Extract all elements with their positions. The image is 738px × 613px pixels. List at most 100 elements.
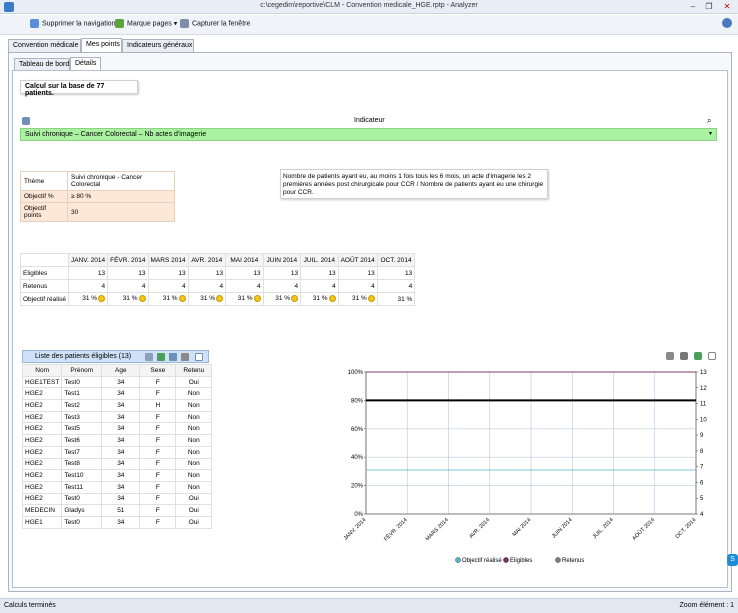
patient-table: Nom Prénom Age Sexe Retenu HGE1TEST Test0 34 F Ou… bbox=[21, 364, 213, 529]
table-cell: 34 bbox=[101, 515, 141, 529]
table-row[interactable]: HGE2 Test11 34 F Non bbox=[21, 480, 213, 494]
column-header[interactable]: Prénom bbox=[61, 364, 103, 377]
tab-mes-points[interactable]: Mes points bbox=[81, 38, 122, 53]
indicator-select[interactable]: Suivi chronique – Cancer Colorectal – Nb… bbox=[20, 128, 717, 141]
table-cell: HGE2 bbox=[21, 422, 63, 436]
table-row[interactable]: HGE1TEST Test0 34 F Oui bbox=[21, 375, 213, 389]
table-row[interactable]: HGE2 Test0 34 F Oui bbox=[21, 492, 213, 506]
table-cell: Non bbox=[175, 469, 213, 482]
objective-points-key: Objectif points bbox=[20, 202, 68, 222]
close-button[interactable]: ✕ bbox=[718, 1, 736, 12]
x-tick-label: MAI 2014 bbox=[512, 517, 533, 538]
table-cell: Test2 bbox=[61, 399, 103, 412]
search-icon[interactable] bbox=[145, 353, 153, 361]
tab-indicateurs-generaux[interactable]: Indicateurs généraux bbox=[122, 39, 194, 53]
view-icon[interactable] bbox=[666, 352, 674, 360]
table-cell: HGE2 bbox=[21, 445, 63, 459]
cell-value: 31 % bbox=[162, 295, 178, 303]
month-header: JANV. 2014 bbox=[67, 253, 109, 267]
right-tick-label: 10 bbox=[700, 417, 707, 423]
table-row[interactable]: HGE2 Test7 34 F Non bbox=[21, 445, 213, 459]
table-cell: Non bbox=[175, 480, 213, 494]
cell: 4 bbox=[147, 279, 189, 293]
month-header: AVR. 2014 bbox=[187, 253, 227, 267]
theme-value: Suivi chronique - Cancer Colorectal bbox=[67, 171, 175, 191]
bookmark-icon bbox=[115, 19, 124, 28]
legend-label: Eligibles bbox=[510, 558, 532, 564]
tab-convention-medicale[interactable]: Convention médicale bbox=[8, 39, 81, 53]
month-header: JUIN 2014 bbox=[262, 253, 302, 267]
table-row[interactable]: HGE2 Test1 34 F Non bbox=[21, 387, 213, 401]
x-tick-label: JUIN 2014 bbox=[551, 517, 574, 540]
table-row[interactable]: HGE2 Test5 34 F Non bbox=[21, 422, 213, 436]
remove-navigation-button[interactable]: Supprimer la navigation bbox=[30, 19, 116, 28]
capture-window-button[interactable]: Capturer la fenêtre bbox=[180, 19, 250, 28]
patient-table-header: Nom Prénom Age Sexe Retenu bbox=[21, 364, 213, 377]
table-cell: Oui bbox=[175, 515, 213, 529]
cell: 31 % bbox=[67, 292, 109, 306]
right-tick-label: 13 bbox=[700, 370, 707, 376]
objective-percent-row: Objectif % ≥ 80 % bbox=[20, 190, 175, 203]
table-cell: Non bbox=[175, 445, 213, 459]
table-cell: F bbox=[139, 422, 177, 436]
x-tick-label: AOÛT 2014 bbox=[631, 516, 656, 541]
table-row[interactable]: HGE2 Test3 34 F Non bbox=[21, 410, 213, 424]
table-cell: Test6 bbox=[61, 434, 103, 447]
table-cell: HGE1TEST bbox=[21, 375, 63, 389]
search-icon[interactable]: ⌕ bbox=[707, 116, 711, 126]
table-row[interactable]: MEDECIN Gladys 51 F Oui bbox=[21, 504, 213, 517]
right-tick-label: 6 bbox=[700, 480, 704, 486]
table-cell: 34 bbox=[101, 492, 141, 506]
skype-icon[interactable]: S bbox=[727, 554, 738, 566]
minimize-panel-icon[interactable] bbox=[195, 353, 203, 361]
month-header: MAI 2014 bbox=[225, 253, 264, 267]
minimize-panel-icon[interactable] bbox=[708, 352, 716, 360]
save-icon[interactable] bbox=[169, 353, 177, 361]
print-icon[interactable] bbox=[181, 353, 189, 361]
table-row[interactable]: HGE2 Test10 34 F Non bbox=[21, 469, 213, 482]
cell: 13 bbox=[225, 266, 264, 280]
print-icon[interactable] bbox=[680, 352, 688, 360]
export-excel-icon[interactable] bbox=[157, 353, 165, 361]
table-cell: 34 bbox=[101, 399, 141, 412]
cell: 4 bbox=[107, 279, 149, 293]
month-header: MARS 2014 bbox=[147, 253, 189, 267]
table-cell: Test10 bbox=[61, 469, 103, 482]
left-tick-label: 60% bbox=[351, 427, 364, 433]
edit-icon[interactable] bbox=[22, 117, 30, 125]
cell: 31 % bbox=[262, 292, 302, 306]
cell: 31 % bbox=[107, 292, 149, 306]
export-excel-icon[interactable] bbox=[694, 352, 702, 360]
table-row[interactable]: HGE1 Test0 34 F Oui bbox=[21, 515, 213, 529]
cell: 31 % bbox=[337, 292, 378, 306]
table-cell: HGE2 bbox=[21, 410, 63, 424]
column-header[interactable]: Nom bbox=[21, 364, 63, 377]
table-row[interactable]: HGE2 Test6 34 F Non bbox=[21, 434, 213, 447]
settings-icon[interactable] bbox=[722, 18, 732, 28]
left-tick-label: 40% bbox=[351, 455, 364, 461]
bookmarks-menu[interactable]: Marque pages ▾ bbox=[115, 19, 177, 28]
smiley-icon bbox=[178, 295, 186, 303]
theme-table: Thème Suivi chronique - Cancer Colorectal… bbox=[20, 171, 175, 222]
table-cell: Non bbox=[175, 434, 213, 447]
smiley-icon bbox=[253, 295, 261, 303]
cell: 13 bbox=[376, 266, 416, 280]
cell-value: 31 % bbox=[237, 295, 253, 303]
right-tick-label: 9 bbox=[700, 433, 704, 439]
objective-percent-key: Objectif % bbox=[20, 190, 68, 203]
restore-button[interactable]: ❐ bbox=[700, 1, 718, 12]
table-row[interactable]: HGE2 Test2 34 H Non bbox=[21, 399, 213, 412]
table-cell: F bbox=[139, 434, 177, 447]
column-header[interactable]: Sexe bbox=[139, 364, 177, 377]
month-header: JUIL. 2014 bbox=[300, 253, 339, 267]
table-cell: 34 bbox=[101, 445, 141, 459]
left-tick-label: 80% bbox=[351, 398, 364, 404]
table-row[interactable]: HGE2 Test8 34 F Non bbox=[21, 457, 213, 471]
dropdown-arrow-icon: ▾ bbox=[173, 20, 178, 28]
column-header[interactable]: Age bbox=[101, 364, 141, 377]
table-cell: Test11 bbox=[61, 480, 103, 494]
table-cell: 34 bbox=[101, 422, 141, 436]
smiley-icon bbox=[367, 295, 375, 303]
column-header[interactable]: Retenu bbox=[175, 364, 213, 377]
table-cell: Non bbox=[175, 410, 213, 424]
